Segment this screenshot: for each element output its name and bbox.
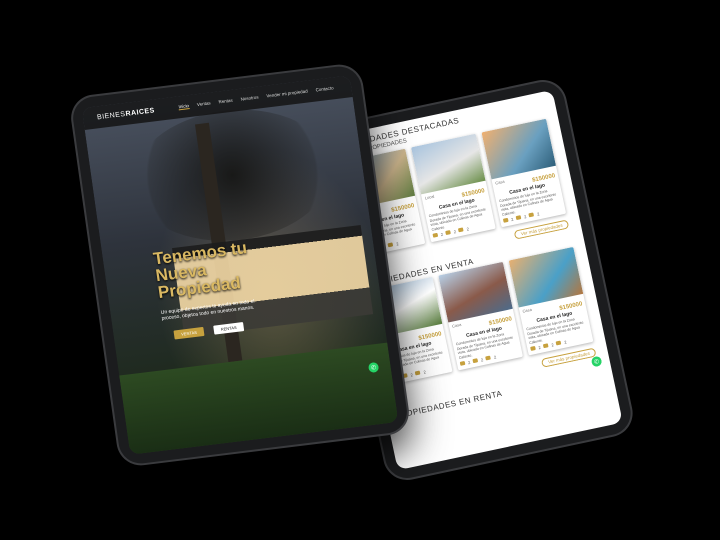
nav-item-vender[interactable]: Vender mi propiedad (266, 89, 308, 100)
bed-icon (459, 360, 466, 366)
bath-count: 2 (453, 228, 457, 235)
bed-icon (502, 217, 509, 223)
car-icon (485, 355, 492, 361)
bed-count: 2 (440, 231, 444, 238)
bed-count: 2 (510, 216, 514, 223)
bath-count: 2 (480, 357, 484, 363)
nav-item-nosotros[interactable]: Nosotros (240, 95, 259, 103)
car-count: 2 (395, 241, 399, 247)
whatsapp-icon[interactable]: ✆ (590, 355, 603, 368)
car-count: 2 (422, 369, 427, 375)
nav-item-rentas[interactable]: Rentas (218, 98, 233, 106)
bath-icon (543, 343, 549, 349)
car-count: 2 (536, 211, 540, 217)
bed-count: 2 (467, 359, 471, 366)
bath-count: 2 (523, 213, 527, 220)
car-icon (528, 212, 535, 218)
nav-item-inicio[interactable]: Inicio (178, 103, 190, 111)
bed-icon (530, 345, 536, 351)
bed-count: 2 (537, 344, 542, 351)
bed-icon (432, 232, 439, 238)
car-icon (556, 340, 562, 346)
bath-icon (402, 373, 408, 379)
bath-icon (472, 358, 479, 364)
bath-count: 2 (550, 342, 555, 348)
property-card[interactable]: Local $150000 Casa en el lago Condominio… (411, 133, 496, 243)
property-card[interactable]: Casa $150000 Casa en el lago Condominios… (438, 261, 523, 371)
logo-bold: RAICES (125, 106, 156, 118)
hero-screen: BIENESRAICES Inicio Ventas Rentas Nosotr… (81, 75, 399, 455)
bath-icon (445, 230, 452, 235)
car-count: 2 (466, 226, 470, 232)
property-card[interactable]: Casa $150000 Casa en el lago Condominios… (508, 246, 594, 356)
car-count: 2 (493, 354, 497, 360)
tablet-hero: BIENESRAICES Inicio Ventas Rentas Nosotr… (70, 64, 410, 466)
car-icon (415, 370, 421, 376)
nav-item-contacto[interactable]: Contacto (315, 85, 334, 93)
bath-icon (515, 215, 522, 221)
car-count: 2 (563, 339, 568, 345)
site-logo[interactable]: BIENESRAICES (97, 107, 156, 121)
logo-light: BIENES (96, 110, 127, 121)
nav-item-ventas[interactable]: Ventas (197, 100, 212, 108)
car-icon (387, 242, 394, 248)
car-icon (458, 227, 465, 233)
bath-count: 2 (410, 372, 414, 378)
property-card[interactable]: Casa $150000 Casa en el lago Condominios… (481, 118, 567, 228)
